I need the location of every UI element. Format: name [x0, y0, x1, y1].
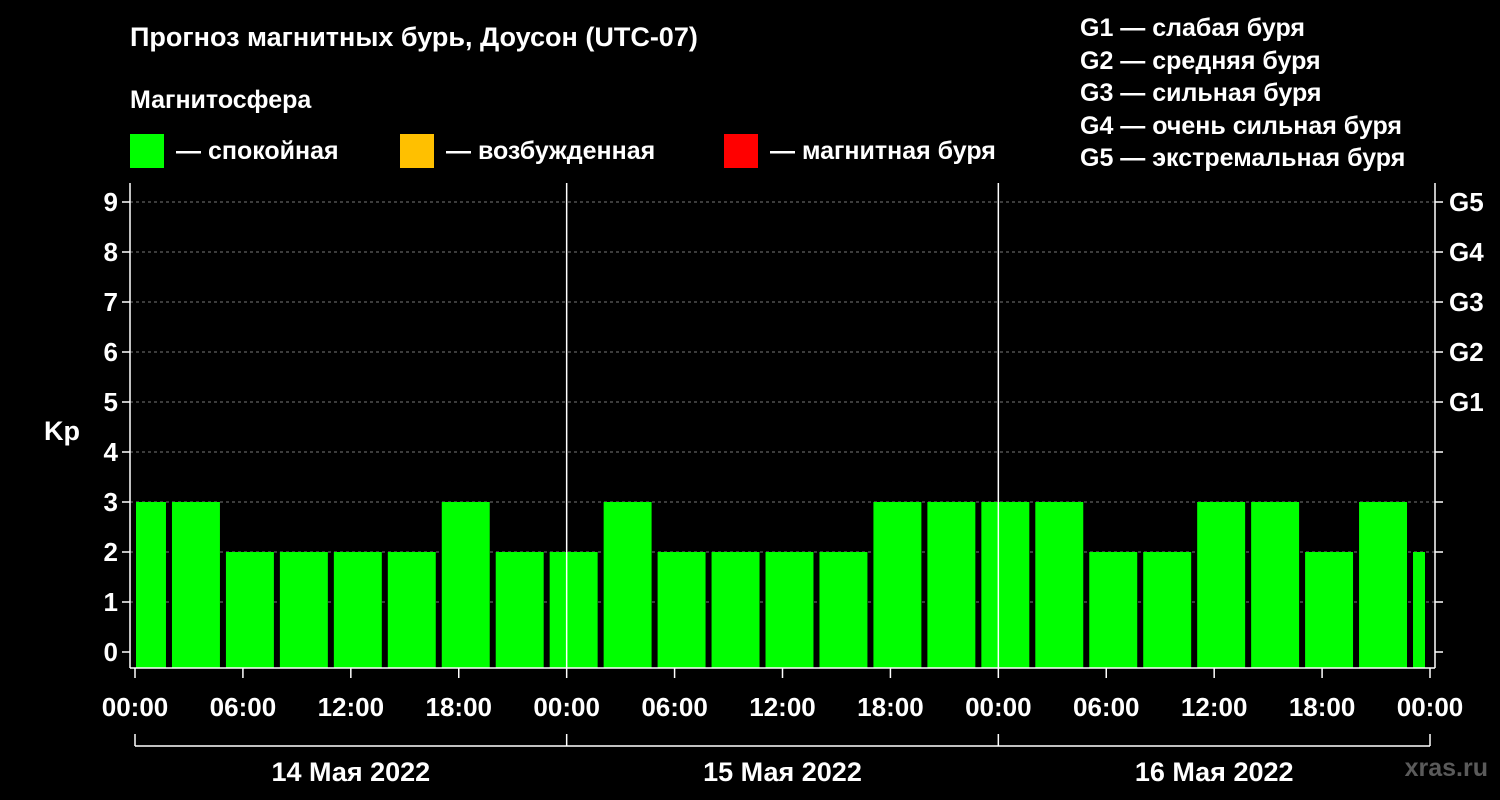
kp-bar — [1143, 552, 1192, 668]
kp-bar — [927, 502, 976, 668]
x-tick-label: 00:00 — [965, 692, 1032, 722]
y-tick-label: 9 — [104, 187, 118, 217]
kp-bar — [1035, 502, 1084, 668]
kp-bar — [225, 552, 274, 668]
y-tick-label: 3 — [104, 487, 118, 517]
x-tick-label: 00:00 — [102, 692, 169, 722]
kp-bar — [1359, 502, 1408, 668]
kp-bar — [549, 552, 598, 668]
kp-bar — [495, 552, 544, 668]
kp-bar — [711, 552, 760, 668]
x-tick-label: 06:00 — [210, 692, 277, 722]
y-tick-label: 8 — [104, 237, 118, 267]
kp-bar — [171, 502, 220, 668]
kp-bar — [136, 502, 166, 668]
kp-bar — [873, 502, 922, 668]
kp-bar — [819, 552, 868, 668]
kp-bar — [333, 552, 382, 668]
x-tick-label: 18:00 — [1289, 692, 1356, 722]
x-tick-label: 18:00 — [426, 692, 493, 722]
y-tick-label: 2 — [104, 537, 118, 567]
kp-bar — [603, 502, 652, 668]
watermark: xras.ru — [1404, 754, 1488, 782]
x-tick-label: 00:00 — [533, 692, 600, 722]
y-tick-label: 7 — [104, 287, 118, 317]
kp-bar — [1089, 552, 1138, 668]
y-tick-label: 6 — [104, 337, 118, 367]
y-tick-label: 1 — [104, 587, 118, 617]
y-tick-label: 4 — [104, 437, 119, 467]
kp-bar — [441, 502, 490, 668]
day-label: 14 Мая 2022 — [271, 757, 430, 787]
day-label: 15 Мая 2022 — [703, 757, 862, 787]
kp-bar — [1305, 552, 1354, 668]
y-tick-label: 5 — [104, 387, 118, 417]
y-axis-label: Kp — [44, 416, 80, 446]
g-level-label: G4 — [1449, 237, 1484, 267]
x-tick-label: 12:00 — [318, 692, 385, 722]
x-tick-label: 12:00 — [749, 692, 816, 722]
kp-bar — [1197, 502, 1246, 668]
g-level-label: G5 — [1449, 187, 1484, 217]
kp-bar — [387, 552, 436, 668]
x-tick-label: 18:00 — [857, 692, 924, 722]
x-tick-label: 12:00 — [1181, 692, 1248, 722]
x-tick-label: 06:00 — [641, 692, 708, 722]
kp-bar — [981, 502, 1030, 668]
day-label: 16 Мая 2022 — [1135, 757, 1294, 787]
kp-bar — [1251, 502, 1300, 668]
g-level-label: G1 — [1449, 387, 1484, 417]
kp-bar — [765, 552, 814, 668]
x-tick-label: 00:00 — [1397, 692, 1464, 722]
y-tick-label: 0 — [104, 637, 118, 667]
kp-bar — [279, 552, 328, 668]
kp-bar — [657, 552, 706, 668]
g-level-label: G2 — [1449, 337, 1484, 367]
kp-bar-chart: 0 1 2 3 4 5 6 7 8 9 G1 G2 G3 G4 G5 Kp 00:00 06:00 12:00 18:… — [44, 183, 1484, 787]
g-level-label: G3 — [1449, 287, 1484, 317]
kp-bar — [1413, 552, 1425, 668]
x-tick-label: 06:00 — [1073, 692, 1140, 722]
